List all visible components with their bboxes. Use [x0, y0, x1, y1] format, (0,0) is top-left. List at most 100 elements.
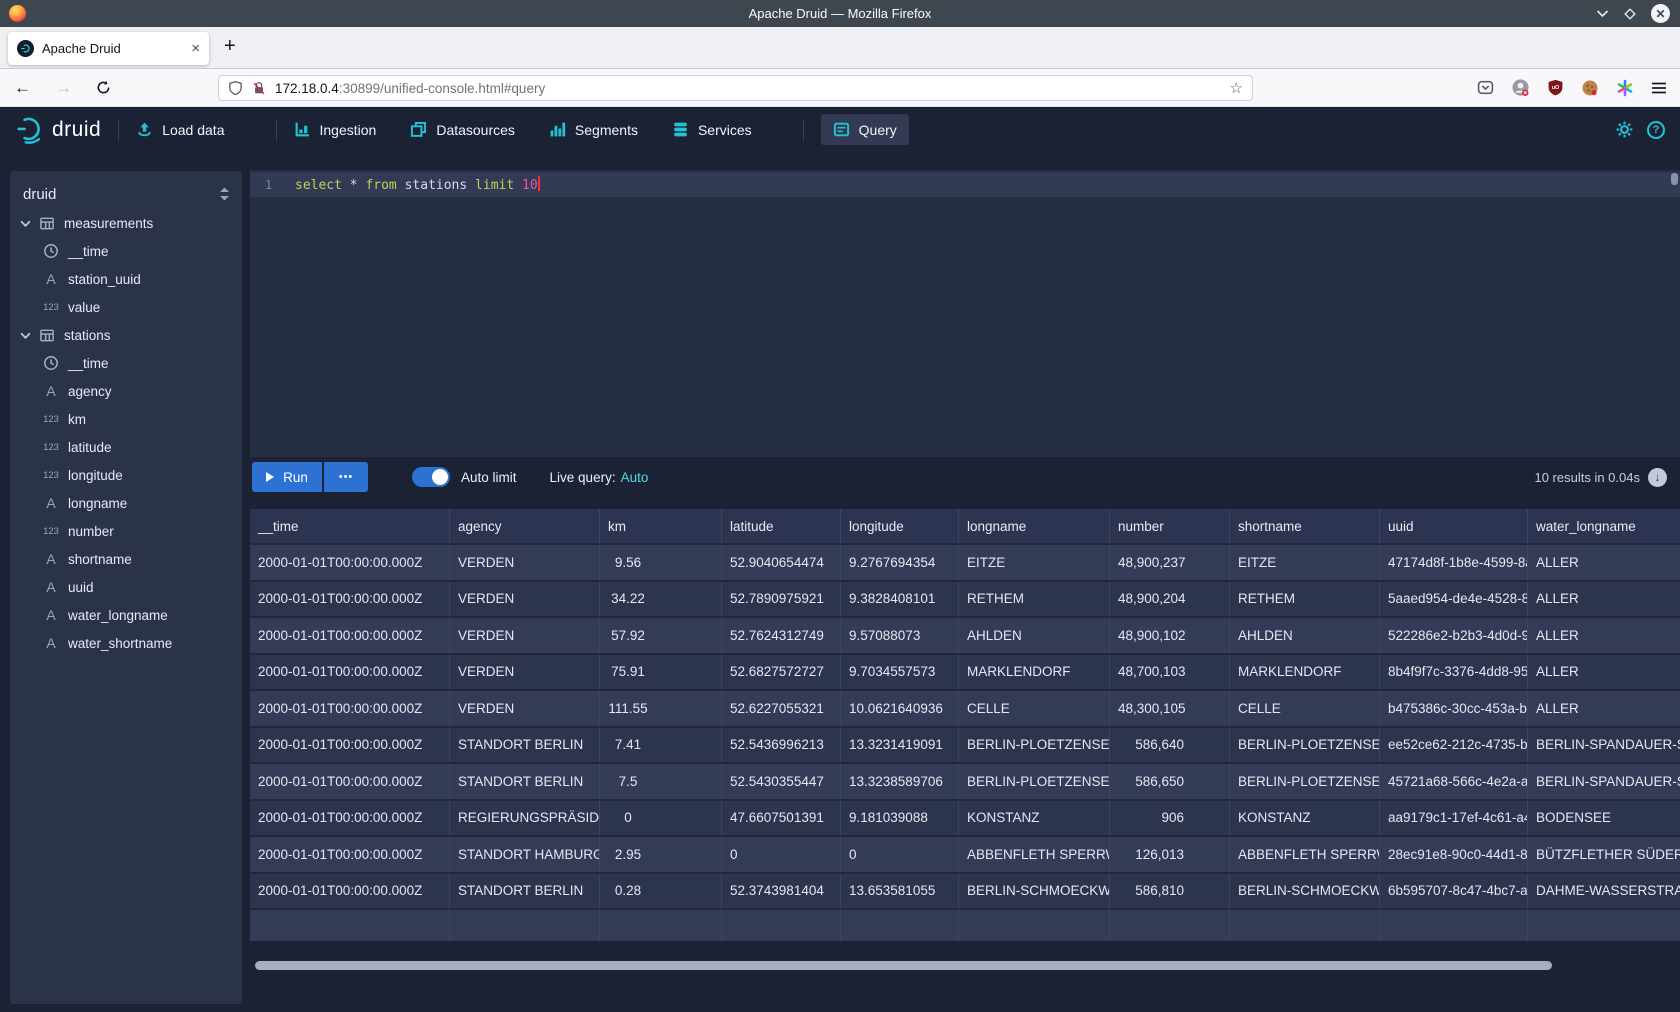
- table-cell[interactable]: ALLER: [1528, 655, 1680, 690]
- table-cell[interactable]: aa9179c1-17ef-4c61-a48: [1380, 801, 1528, 836]
- table-cell[interactable]: KONSTANZ: [959, 801, 1110, 836]
- nav-item-datasources[interactable]: Datasources: [410, 121, 515, 138]
- header-cell-km[interactable]: km: [600, 509, 722, 543]
- table-cell[interactable]: ALLER: [1528, 691, 1680, 726]
- table-cell[interactable]: 9.7034557573: [841, 655, 959, 690]
- table-cell[interactable]: 10.0621640936: [841, 691, 959, 726]
- header-cell--time[interactable]: __time: [250, 509, 450, 543]
- table-cell[interactable]: 2000-01-01T00:00:00.000Z: [250, 655, 450, 690]
- table-cell[interactable]: 906: [1110, 801, 1230, 836]
- table-cell[interactable]: CELLE: [1230, 691, 1380, 726]
- pocket-icon[interactable]: [1477, 79, 1494, 96]
- table-cell[interactable]: RETHEM: [1230, 582, 1380, 617]
- table-cell[interactable]: STANDORT BERLIN: [450, 764, 600, 799]
- extension-asterisk-icon[interactable]: [1616, 79, 1634, 97]
- table-cell[interactable]: VERDEN: [450, 655, 600, 690]
- table-cell[interactable]: 2000-01-01T00:00:00.000Z: [250, 764, 450, 799]
- table-cell[interactable]: RETHEM: [959, 582, 1110, 617]
- browser-tab[interactable]: Apache Druid ×: [8, 32, 209, 65]
- table-cell[interactable]: 9.3828408101: [841, 582, 959, 617]
- forward-icon[interactable]: →: [55, 78, 72, 98]
- live-query-value[interactable]: Auto: [621, 470, 649, 485]
- editor-scrollbar-thumb[interactable]: [1671, 173, 1678, 185]
- table-cell[interactable]: AHLDEN: [959, 618, 1110, 653]
- nav-item-segments[interactable]: Segments: [549, 121, 638, 138]
- settings-gear-icon[interactable]: [1615, 120, 1634, 139]
- cookie-icon[interactable]: [1581, 79, 1599, 97]
- table-cell[interactable]: 6b595707-8c47-4bc7-a8: [1380, 874, 1528, 909]
- table-cell[interactable]: EITZE: [1230, 545, 1380, 580]
- sidebar-item-shortname[interactable]: Ashortname: [10, 545, 242, 573]
- table-cell[interactable]: 2000-01-01T00:00:00.000Z: [250, 728, 450, 763]
- table-cell[interactable]: CELLE: [959, 691, 1110, 726]
- download-icon[interactable]: ↓: [1648, 468, 1667, 487]
- header-cell-latitude[interactable]: latitude: [722, 509, 841, 543]
- window-maximize-icon[interactable]: [1624, 8, 1636, 20]
- table-cell[interactable]: 9.56: [600, 545, 722, 580]
- table-cell[interactable]: 0: [722, 837, 841, 872]
- table-cell[interactable]: 9.181039088: [841, 801, 959, 836]
- header-cell-longname[interactable]: longname: [959, 509, 1110, 543]
- table-cell[interactable]: ALLER: [1528, 618, 1680, 653]
- sort-double-caret-icon[interactable]: [219, 187, 230, 201]
- table-cell[interactable]: BODENSEE: [1528, 801, 1680, 836]
- table-cell[interactable]: 9.2767694354: [841, 545, 959, 580]
- table-cell[interactable]: BERLIN-SCHMOECKWITZ: [1230, 874, 1380, 909]
- sidebar-item-station-uuid[interactable]: Astation_uuid: [10, 265, 242, 293]
- table-cell[interactable]: 111.55: [600, 691, 722, 726]
- table-cell[interactable]: REGIERUNGSPRÄSIDIUM: [450, 801, 600, 836]
- run-button[interactable]: Run: [252, 462, 322, 492]
- table-cell[interactable]: 2000-01-01T00:00:00.000Z: [250, 618, 450, 653]
- table-cell[interactable]: BERLIN-SPANDAUER-SC: [1528, 764, 1680, 799]
- account-icon[interactable]: [1511, 78, 1530, 97]
- table-cell[interactable]: 13.3238589706: [841, 764, 959, 799]
- ublock-icon[interactable]: uO: [1547, 79, 1564, 96]
- window-close-icon[interactable]: ✕: [1651, 4, 1670, 23]
- sidebar-item-longitude[interactable]: 123longitude: [10, 461, 242, 489]
- header-cell-water-longname[interactable]: water_longname: [1528, 509, 1680, 543]
- sidebar-item-water-longname[interactable]: Awater_longname: [10, 601, 242, 629]
- nav-item-load-data[interactable]: Load data: [136, 121, 224, 138]
- table-cell[interactable]: 52.7624312749: [722, 618, 841, 653]
- table-cell[interactable]: 52.5430355447: [722, 764, 841, 799]
- sidebar-item-value[interactable]: 123value: [10, 293, 242, 321]
- nav-item-query[interactable]: Query: [821, 114, 909, 145]
- table-cell[interactable]: BERLIN-PLOETZENSEE O: [959, 728, 1110, 763]
- table-cell[interactable]: 586,810: [1110, 874, 1230, 909]
- table-cell[interactable]: ABBENFLETH SPERRWERK: [1230, 837, 1380, 872]
- table-cell[interactable]: ABBENFLETH SPERRWERK: [959, 837, 1110, 872]
- table-cell[interactable]: EITZE: [959, 545, 1110, 580]
- table-cell[interactable]: BERLIN-SPANDAUER-SC: [1528, 728, 1680, 763]
- url-bar[interactable]: 172.18.0.4 :30899/unified-console.html#q…: [218, 75, 1253, 101]
- table-cell[interactable]: 0: [600, 801, 722, 836]
- table-cell[interactable]: 52.9040654474: [722, 545, 841, 580]
- table-cell[interactable]: 0.28: [600, 874, 722, 909]
- table-cell[interactable]: 2.95: [600, 837, 722, 872]
- table-cell[interactable]: 48,900,237: [1110, 545, 1230, 580]
- table-cell[interactable]: ALLER: [1528, 582, 1680, 617]
- nav-item-services[interactable]: Services: [672, 121, 752, 138]
- table-cell[interactable]: BERLIN-PLOETZENSEE O: [1230, 728, 1380, 763]
- table-cell[interactable]: 48,700,103: [1110, 655, 1230, 690]
- nav-item-ingestion[interactable]: Ingestion: [294, 121, 377, 138]
- auto-limit-toggle[interactable]: [412, 467, 450, 487]
- table-cell[interactable]: MARKLENDORF: [1230, 655, 1380, 690]
- table-cell[interactable]: VERDEN: [450, 691, 600, 726]
- table-cell[interactable]: BERLIN-PLOETZENSEE U: [959, 764, 1110, 799]
- table-cell[interactable]: 52.5436996213: [722, 728, 841, 763]
- sidebar-item-water-shortname[interactable]: Awater_shortname: [10, 629, 242, 657]
- table-cell[interactable]: STANDORT BERLIN: [450, 728, 600, 763]
- new-tab-button[interactable]: +: [224, 35, 236, 58]
- window-minimize-icon[interactable]: [1596, 9, 1609, 18]
- table-cell[interactable]: b475386c-30cc-453a-b3: [1380, 691, 1528, 726]
- header-cell-number[interactable]: number: [1110, 509, 1230, 543]
- help-icon[interactable]: ?: [1647, 121, 1665, 139]
- table-cell[interactable]: 2000-01-01T00:00:00.000Z: [250, 837, 450, 872]
- table-cell[interactable]: 2000-01-01T00:00:00.000Z: [250, 801, 450, 836]
- table-cell[interactable]: BERLIN-PLOETZENSEE U: [1230, 764, 1380, 799]
- table-cell[interactable]: 2000-01-01T00:00:00.000Z: [250, 874, 450, 909]
- sidebar-item--time[interactable]: __time: [10, 349, 242, 377]
- table-cell[interactable]: 75.91: [600, 655, 722, 690]
- sidebar-item-latitude[interactable]: 123latitude: [10, 433, 242, 461]
- table-cell[interactable]: AHLDEN: [1230, 618, 1380, 653]
